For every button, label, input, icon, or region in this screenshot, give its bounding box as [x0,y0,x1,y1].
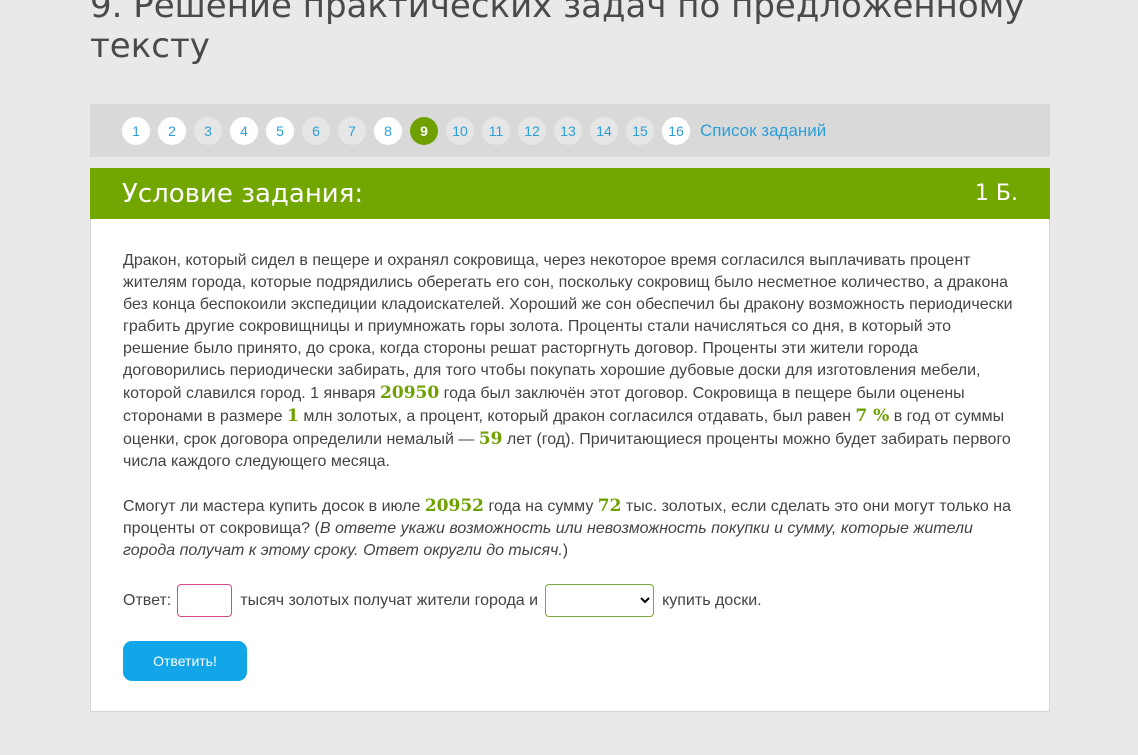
task-card: Условие задания: 1 Б. Дракон, который си… [90,168,1050,712]
page-link-6[interactable]: 6 [302,116,330,145]
task-text-segment: ) [562,542,569,559]
task-text-paragraph-2: Смогут ли мастера купить досок в июле 20… [123,495,1017,562]
page-link-5[interactable]: 5 [266,116,294,145]
task-pagination: 1 2 3 4 5 6 7 8 9 10 11 12 13 14 15 16 С… [90,104,1050,157]
contract-years-value: 59 [478,429,503,449]
treasure-amount-value: 1 [287,406,299,426]
task-condition-title: Условие задания: [122,178,364,209]
page-link-10[interactable]: 10 [446,116,474,145]
task-text-segment: года на сумму [488,498,594,515]
answer-possibility-select[interactable] [545,584,655,617]
page-link-4[interactable]: 4 [230,116,258,145]
page-link-8[interactable]: 8 [374,116,402,145]
page-link-14[interactable]: 14 [590,116,618,145]
page-link-11[interactable]: 11 [482,116,510,145]
page-title: 9. Решение практических задач по предлож… [90,0,1025,66]
interest-rate-value: 7 % [855,406,890,426]
page-link-15[interactable]: 15 [626,116,654,145]
page-link-2[interactable]: 2 [158,116,186,145]
answer-sum-input[interactable] [177,584,233,617]
answer-end-text: купить доски. [662,591,762,609]
task-text-segment: Смогут ли мастера купить досок в июле [123,498,421,515]
page-link-7[interactable]: 7 [338,116,366,145]
target-year-value: 20952 [424,496,484,516]
start-year-value: 20950 [380,383,440,403]
answer-middle-text: тысяч золотых получат жители города и [240,591,539,609]
answer-row: Ответ: тысяч золотых получат жители горо… [123,584,1017,617]
task-text-segment: Дракон, который сидел в пещере и охранял… [123,252,1013,402]
page-link-13[interactable]: 13 [554,116,582,145]
page-link-9-current[interactable]: 9 [410,116,438,145]
task-text-paragraph-1: Дракон, который сидел в пещере и охранял… [123,250,1017,473]
task-list-link[interactable]: Список заданий [700,121,826,141]
target-sum-value: 72 [597,496,622,516]
page-link-1[interactable]: 1 [122,116,150,145]
page-link-16[interactable]: 16 [662,116,690,145]
task-points: 1 Б. [974,181,1018,206]
page-link-12[interactable]: 12 [518,116,546,145]
task-text-segment: млн золотых, а процент, который дракон с… [303,408,851,425]
answer-label: Ответ: [123,591,172,609]
task-card-header: Условие задания: 1 Б. [90,168,1050,219]
page-link-3[interactable]: 3 [194,116,222,145]
submit-answer-button[interactable]: Ответить! [123,641,247,681]
task-card-body: Дракон, который сидел в пещере и охранял… [91,219,1049,681]
